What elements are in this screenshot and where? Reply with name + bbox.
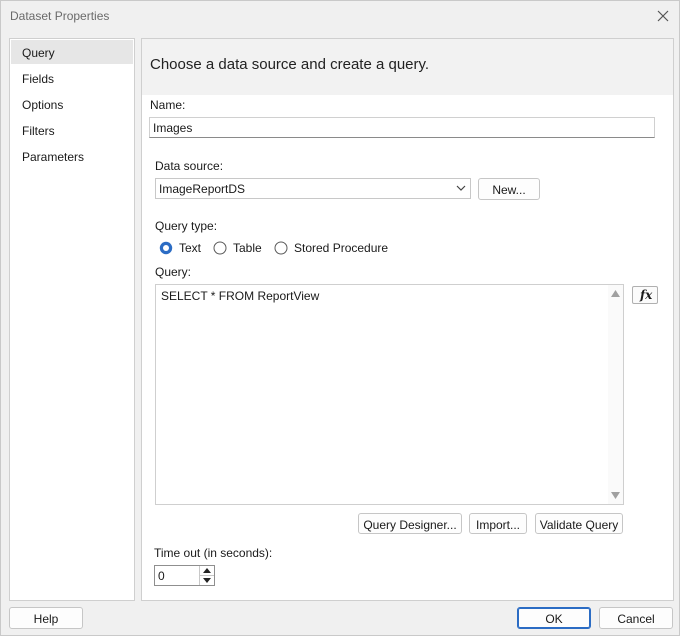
stepper-buttons (199, 566, 214, 585)
query-designer-button[interactable]: Query Designer... (358, 513, 462, 534)
validate-query-button[interactable]: Validate Query (535, 513, 623, 534)
query-type-label: Query type: (155, 219, 218, 233)
new-button-label: New... (492, 183, 526, 197)
query-text: SELECT * FROM ReportView (161, 289, 320, 303)
radio-stored-procedure-label: Stored Procedure (294, 241, 389, 255)
radio-table[interactable] (213, 241, 227, 255)
timeout-value: 0 (158, 569, 165, 583)
fx-icon: fx (640, 288, 653, 302)
sidebar-item-label: Options (22, 98, 64, 112)
scroll-down-icon[interactable] (611, 492, 620, 499)
expression-fx-button[interactable]: fx (632, 286, 658, 304)
help-button[interactable]: Help (9, 607, 83, 629)
sidebar-item-filters[interactable]: Filters (11, 118, 133, 142)
title-bar: Dataset Properties (1, 1, 679, 31)
page-title: Choose a data source and create a query. (150, 56, 430, 73)
stepper-down-button[interactable] (200, 576, 214, 585)
stepper-up-button[interactable] (200, 566, 214, 576)
sidebar-item-options[interactable]: Options (11, 92, 133, 116)
name-label: Name: (150, 98, 186, 112)
radio-text[interactable] (159, 241, 173, 255)
close-icon[interactable] (653, 6, 673, 26)
radio-stored-procedure[interactable] (274, 241, 288, 255)
timeout-label: Time out (in seconds): (154, 546, 273, 560)
query-scrollbar[interactable] (608, 285, 623, 504)
sidebar-item-label: Filters (22, 124, 55, 138)
help-label: Help (33, 612, 59, 626)
scroll-up-icon[interactable] (611, 290, 620, 297)
sidebar-item-fields[interactable]: Fields (11, 66, 133, 90)
window-title: Dataset Properties (10, 9, 110, 23)
ok-label: OK (545, 612, 563, 626)
sidebar-item-label: Query (22, 46, 55, 60)
radio-text-label: Text (179, 241, 202, 255)
cancel-label: Cancel (617, 612, 655, 626)
timeout-stepper[interactable]: 0 (154, 565, 215, 586)
new-data-source-button[interactable]: New... (478, 178, 540, 200)
cancel-button[interactable]: Cancel (599, 607, 673, 629)
import-label: Import... (475, 518, 520, 532)
ok-button[interactable]: OK (517, 607, 591, 629)
sidebar-nav: Query Fields Options Filters Parameters (9, 38, 135, 601)
data-source-label: Data source: (155, 159, 224, 173)
sidebar-item-label: Fields (22, 72, 55, 86)
sidebar-item-parameters[interactable]: Parameters (11, 144, 133, 168)
query-textarea[interactable]: SELECT * FROM ReportView (155, 284, 624, 505)
data-source-dropdown[interactable]: ImageReportDS (155, 178, 471, 199)
import-button[interactable]: Import... (469, 513, 527, 534)
dataset-properties-dialog: Dataset Properties Query Fields Options … (0, 0, 680, 636)
panel-header: Choose a data source and create a query. (142, 39, 673, 95)
data-source-value: ImageReportDS (159, 182, 246, 196)
query-label: Query: (155, 265, 192, 279)
name-field[interactable]: Images (149, 117, 655, 138)
chevron-down-icon (456, 185, 466, 191)
query-designer-label: Query Designer... (363, 518, 457, 532)
validate-label: Validate Query (539, 518, 619, 532)
name-value: Images (153, 121, 193, 135)
radio-table-label: Table (233, 241, 262, 255)
sidebar-item-query[interactable]: Query (11, 40, 133, 64)
sidebar-item-label: Parameters (22, 150, 85, 164)
caret-up-icon (203, 568, 211, 573)
caret-down-icon (203, 578, 211, 583)
